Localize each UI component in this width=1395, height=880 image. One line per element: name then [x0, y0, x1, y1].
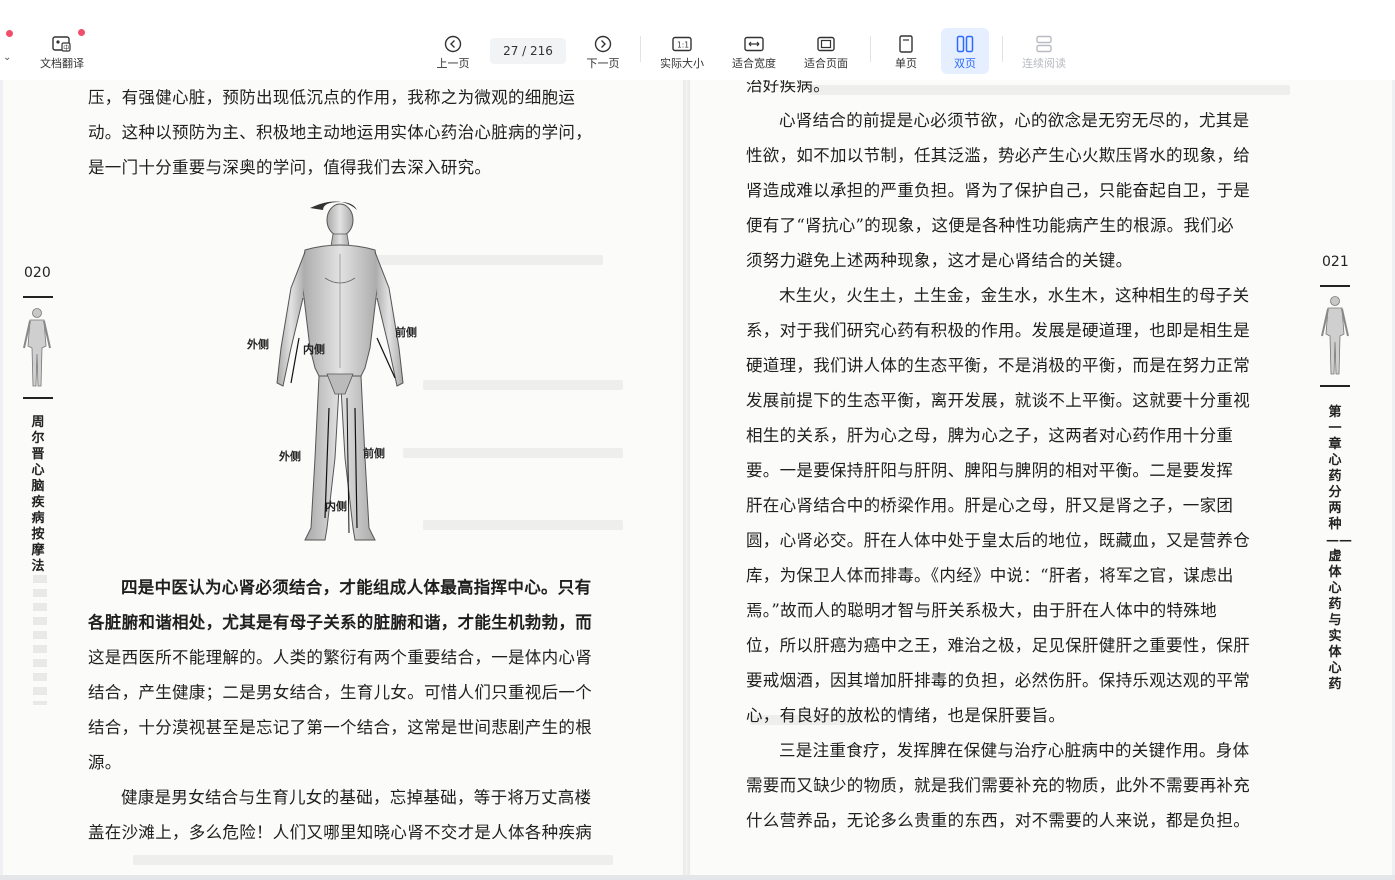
figure-label: 前侧	[395, 326, 417, 339]
fit-width-button[interactable]: 适合宽度	[728, 28, 780, 74]
figure-label: 外侧	[247, 338, 269, 351]
divider	[1320, 385, 1350, 387]
page-number: 021	[1322, 254, 1349, 270]
double-page-icon	[955, 34, 975, 54]
translate-badge-dot	[78, 29, 85, 36]
text-line: 盖在沙滩上，多么危险！人们又哪里知晓心肾不交才是人体各种疾病	[88, 823, 592, 842]
chapter-side-title: 第一章 心药分两种——虚体心药与实体心药	[1326, 405, 1352, 692]
text-line: 结合，十分漠视甚至是忘记了第一个结合，这常是世间悲剧产生的根	[88, 718, 592, 737]
text-line: 硬道理，我们讲人体的生态平衡，不是消极的平衡，而是在努力正常	[746, 356, 1250, 375]
bleed-through	[423, 520, 623, 530]
text-line: 库，为保卫人体而排毒。《内经》中说：“肝者，将军之官，谋虑出	[746, 566, 1234, 585]
text-line: 发展前提下的生态平衡，离开发展，就谈不上平衡。这就要十分重视	[746, 391, 1250, 410]
figure-label: 内侧	[325, 500, 347, 513]
small-body-figure-icon	[23, 308, 51, 387]
toolbar-separator	[640, 36, 641, 62]
text-line: 相生的关系，肝为心之母，脾为心之子，这两者对心药作用十分重	[746, 426, 1234, 445]
text-block-top: 压，有强健心脏，预防出现低沉点的作用，我称之为微观的细胞运 动。这种以预防为主、…	[88, 80, 592, 185]
fit-page-icon	[816, 34, 836, 54]
text-line: 便有了“肾抗心”的现象，这便是各种性功能病产生的根源。我们必	[746, 216, 1234, 235]
figure-label: 前侧	[363, 447, 385, 460]
text-line: 动。这种以预防为主、积极地主动地运用实体心药治心脏病的学问，	[88, 123, 592, 142]
text-line: 肾造成难以承担的严重负担。肾为了保护自己，只能奋起自卫，于是	[746, 181, 1250, 200]
text-line: 肝在心肾结合中的桥梁作用。肝是心之母，肝又是肾之子，一家团	[746, 496, 1234, 515]
toolbar-separator	[870, 36, 871, 62]
text-line: 要戒烟酒，因其增加肝排毒的负担，必然伤肝。保持乐观达观的平常	[746, 671, 1250, 690]
bottom-strip	[0, 875, 1395, 880]
fit-page-button[interactable]: 适合页面	[800, 28, 852, 74]
text-line: 位，所以肝癌为癌中之王，难治之极，足见保肝健肝之重要性，保肝	[746, 636, 1250, 655]
text-line: 圆，心肾必交。肝在人体中处于皇太后的地位，既藏血，又是营养仓	[746, 531, 1250, 550]
text-line: 健康是男女结合与生育儿女的基础，忘掉基础，等于将万丈高楼	[121, 788, 592, 807]
book-side-title: 周尔晋心脑疾病按摩法	[31, 415, 45, 574]
text-line: 压，有强健心脏，预防出现低沉点的作用，我称之为微观的细胞运	[88, 88, 576, 107]
chevron-left-circle-icon	[443, 34, 463, 54]
actual-size-icon: 1:1	[672, 34, 692, 54]
bleed-through	[403, 448, 623, 458]
small-body-figure-icon	[1321, 296, 1349, 375]
translate-icon: 中	[52, 34, 72, 54]
text-line: 是一门十分重要与深奥的学问，值得我们去深入研究。	[88, 158, 492, 177]
notification-dot	[6, 30, 13, 37]
text-line: 四是中医认为心肾必须结合，才能组成人体最高指挥中心。只有	[121, 578, 592, 597]
text-line: 什么营养品，无论多么贵重的东西，对不需要的人来说，都是负担。	[746, 811, 1250, 830]
divider	[1320, 285, 1350, 287]
toolbar-separator	[1002, 36, 1003, 62]
text-line: 三是注重食疗，发挥脾在保健与治疗心脏病中的关键作用。身体	[779, 741, 1250, 760]
figure-label: 内侧	[303, 343, 325, 356]
text-line: 木生火，火生土，土生金，金生水，水生木，这种相生的母子关	[779, 286, 1250, 305]
double-page-button[interactable]: 双页	[941, 28, 989, 74]
text-line: 心肾结合的前提是心必须节欲，心的欲念是无穷无尽的，尤其是	[779, 111, 1250, 130]
page-indicator-input[interactable]: 27 / 216	[490, 38, 566, 64]
single-page-icon	[896, 34, 916, 54]
text-line: 系，对于我们研究心药有积极的作用。发展是硬道理，也即是相生是	[746, 321, 1250, 340]
text-line: 焉。”故而人的聪明才智与肝关系极大，由于肝在人体中的特殊地	[746, 601, 1217, 620]
text-line: 源。	[88, 753, 122, 772]
continuous-read-button[interactable]: 连续阅读	[1018, 28, 1070, 74]
bleed-through	[133, 855, 613, 865]
chevron-down-icon[interactable]: ⌄	[3, 52, 11, 63]
text-line: 结合，产生健康；二是男女结合，生育儿女。可惜人们只重视后一个	[88, 683, 592, 702]
chevron-right-circle-icon	[593, 34, 613, 54]
fit-width-icon	[744, 34, 764, 54]
page-number: 020	[24, 265, 51, 281]
single-page-button[interactable]: 单页	[886, 28, 926, 74]
text-line: 这是西医所不能理解的。人类的繁衍有两个重要结合，一是体内心肾	[88, 648, 592, 667]
right-page: 治好疾病。 心肾结合的前提是心必须节欲，心的欲念是无穷无尽的，尤其是 性欲，如不…	[690, 80, 1392, 875]
text-line: 要。一是要保持肝阳与肝阴、脾阳与脾阴的相对平衡。二是要发挥	[746, 461, 1234, 480]
pdf-reader-app: ⌄ 中 文档翻译 上一页 27 / 216 下一页 1:1 实际大小 适合宽度 …	[0, 0, 1395, 880]
text-line: 治好疾病。	[746, 80, 830, 95]
bleed-through	[423, 380, 623, 390]
page-gutter	[683, 80, 690, 875]
actual-size-button[interactable]: 1:1 实际大小	[656, 28, 708, 74]
prev-page-button[interactable]: 上一页	[433, 28, 473, 74]
text-line: 各脏腑和谐相处，尤其是有母子关系的脏腑和谐，才能生机勃勃，而	[88, 613, 592, 632]
text-line: 需要而又缺少的物质，就是我们需要补充的物质，此外不需要再补充	[746, 776, 1250, 795]
divider	[23, 296, 53, 298]
svg-text:1:1: 1:1	[677, 41, 689, 50]
toolbar: ⌄ 中 文档翻译 上一页 27 / 216 下一页 1:1 实际大小 适合宽度 …	[0, 0, 1395, 80]
text-block-right: 治好疾病。 心肾结合的前提是心必须节欲，心的欲念是无穷无尽的，尤其是 性欲，如不…	[746, 80, 1250, 838]
divider	[23, 397, 53, 399]
bleed-through	[33, 575, 47, 705]
svg-text:中: 中	[63, 44, 69, 52]
left-page: 020 周尔晋心脑疾病按摩法 压，有强健心脏，预防出现低沉点的作用，我称之为微观…	[3, 80, 683, 875]
figure-label: 外侧	[279, 450, 301, 463]
text-line: 须努力避免上述两种现象，这才是心肾结合的关键。	[746, 251, 1133, 270]
text-line: 心，有良好的放松的情绪，也是保肝要旨。	[746, 706, 1066, 725]
text-block-bottom: 四是中医认为心肾必须结合，才能组成人体最高指挥中心。只有 各脏腑和谐相处，尤其是…	[88, 570, 592, 850]
continuous-read-icon	[1034, 34, 1054, 54]
next-page-button[interactable]: 下一页	[583, 28, 623, 74]
text-line: 性欲，如不加以节制，任其泛滥，势必产生心火欺压肾水的现象，给	[746, 146, 1250, 165]
